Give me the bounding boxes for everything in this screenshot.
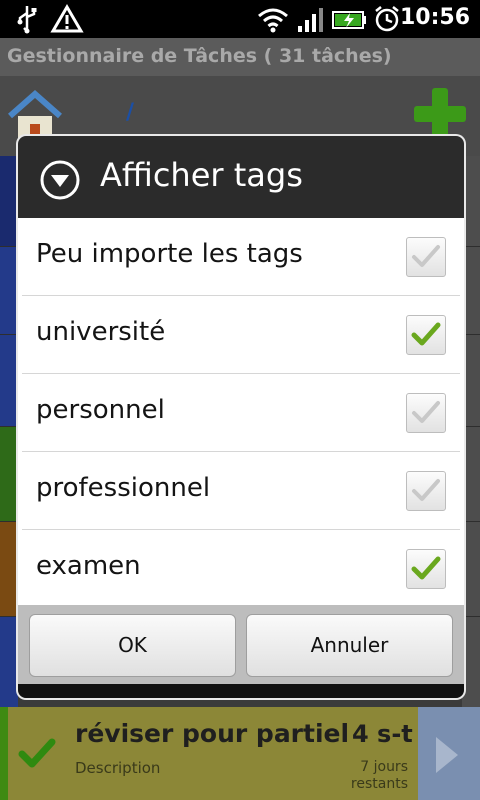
priority-stripe	[0, 616, 18, 707]
warning-icon	[50, 4, 84, 38]
wifi-icon	[256, 4, 290, 38]
tags-dialog: Afficher tags Peu importe les tags unive…	[18, 136, 464, 698]
signal-icon	[296, 4, 326, 38]
tag-checkbox[interactable]	[406, 315, 446, 355]
priority-stripe	[0, 246, 18, 426]
checkmark-icon	[411, 556, 441, 580]
cancel-button[interactable]: Annuler	[246, 614, 453, 677]
task-description: Description	[75, 759, 161, 777]
checkmark-icon	[411, 322, 441, 346]
task-due: 4 s-t	[352, 720, 413, 748]
tag-option-label: université	[36, 317, 166, 347]
tag-option-label: examen	[36, 551, 141, 581]
task-remaining-days: 7 jours	[360, 759, 408, 775]
priority-stripe	[0, 426, 18, 521]
priority-stripe	[0, 707, 8, 800]
toolbar-separator: /	[126, 100, 135, 125]
tag-option-examen[interactable]: examen	[18, 530, 464, 608]
status-bar: 10:56	[0, 0, 480, 38]
usb-icon	[14, 4, 40, 38]
tag-option-any[interactable]: Peu importe les tags	[18, 218, 464, 296]
app-title: Gestionnaire de Tâches ( 31 tâches)	[7, 45, 392, 67]
battery-charging-icon	[331, 4, 369, 38]
app-title-bar: Gestionnaire de Tâches ( 31 tâches)	[0, 38, 480, 76]
checkmark-icon	[412, 401, 440, 423]
dialog-bottom-edge	[18, 684, 464, 698]
tag-checkbox[interactable]	[406, 549, 446, 589]
dialog-header: Afficher tags	[18, 136, 464, 219]
dialog-footer: OK Annuler	[18, 605, 464, 698]
tag-option-label: Peu importe les tags	[36, 239, 303, 269]
task-row[interactable]: réviser pour partiel Description 4 s-t 7…	[0, 707, 480, 800]
checkmark-icon	[412, 479, 440, 501]
tag-option-label: professionnel	[36, 473, 211, 503]
dialog-title: Afficher tags	[100, 156, 303, 194]
task-remaining-label: restants	[350, 776, 408, 792]
done-check-icon[interactable]	[18, 737, 56, 775]
priority-stripe	[0, 521, 18, 616]
list-right-edge	[462, 156, 480, 707]
priority-stripe	[0, 156, 18, 246]
checkmark-icon	[412, 245, 440, 267]
clock-time: 10:56	[399, 5, 470, 30]
task-title: réviser pour partiel	[75, 719, 350, 748]
tag-checkbox[interactable]	[406, 393, 446, 433]
tag-checkbox[interactable]	[406, 237, 446, 277]
dropdown-circle-icon	[40, 160, 80, 204]
tag-option-label: personnel	[36, 395, 165, 425]
alarm-icon	[372, 4, 402, 38]
task-remaining: 7 jours restants	[340, 759, 408, 793]
ok-button[interactable]: OK	[29, 614, 236, 677]
open-task-button[interactable]	[418, 707, 480, 800]
chevron-right-icon	[432, 735, 462, 779]
tag-checkbox[interactable]	[406, 471, 446, 511]
tag-option-professionnel[interactable]: professionnel	[18, 452, 464, 530]
tag-option-personnel[interactable]: personnel	[18, 374, 464, 452]
tag-option-universite[interactable]: université	[18, 296, 464, 374]
